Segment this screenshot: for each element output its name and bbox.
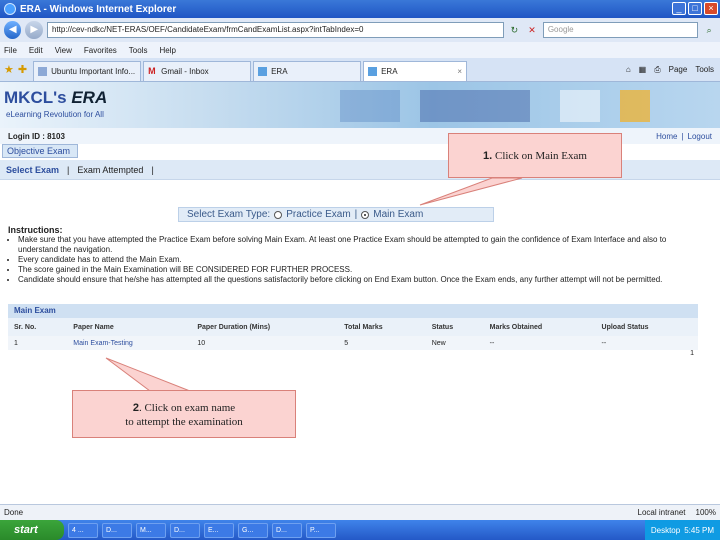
- start-button[interactable]: start: [0, 520, 64, 540]
- callout-main-exam: 1. Click on Main Exam: [448, 133, 622, 178]
- callout2-pointer: [105, 357, 191, 392]
- taskbar-item[interactable]: D...: [272, 522, 302, 538]
- callout2-text-a: . Click on exam name: [138, 402, 236, 414]
- system-tray: Desktop 5:45 PM: [644, 520, 720, 540]
- status-text: Done: [4, 508, 24, 517]
- taskbar-item[interactable]: 4 ...: [68, 522, 98, 538]
- taskbar-item[interactable]: M...: [136, 522, 166, 538]
- callout2-text-b: to attempt the examination: [125, 416, 243, 428]
- taskbar: start 4 ... D... M... D... E... G... D..…: [0, 520, 720, 540]
- zoom-level[interactable]: 100%: [696, 508, 716, 517]
- zone-label: Local intranet: [637, 508, 686, 517]
- clock: 5:45 PM: [684, 525, 714, 535]
- taskbar-item[interactable]: D...: [170, 522, 200, 538]
- callout1-text: Click on Main Exam: [492, 150, 587, 162]
- callout1-pointer: [419, 177, 523, 206]
- taskbar-item[interactable]: E...: [204, 522, 234, 538]
- desktop-toolbar[interactable]: Desktop: [651, 526, 680, 535]
- callout1-number: 1.: [483, 150, 493, 162]
- taskbar-item[interactable]: P...: [306, 522, 336, 538]
- callout-pointers: [105, 177, 523, 392]
- status-bar: Done Local intranet 100%: [0, 504, 720, 520]
- status-zone: Local intranet 100%: [638, 508, 717, 517]
- callout-exam-name: 2. Click on exam name to attempt the exa…: [72, 390, 296, 438]
- taskbar-item[interactable]: G...: [238, 522, 268, 538]
- taskbar-item[interactable]: D...: [102, 522, 132, 538]
